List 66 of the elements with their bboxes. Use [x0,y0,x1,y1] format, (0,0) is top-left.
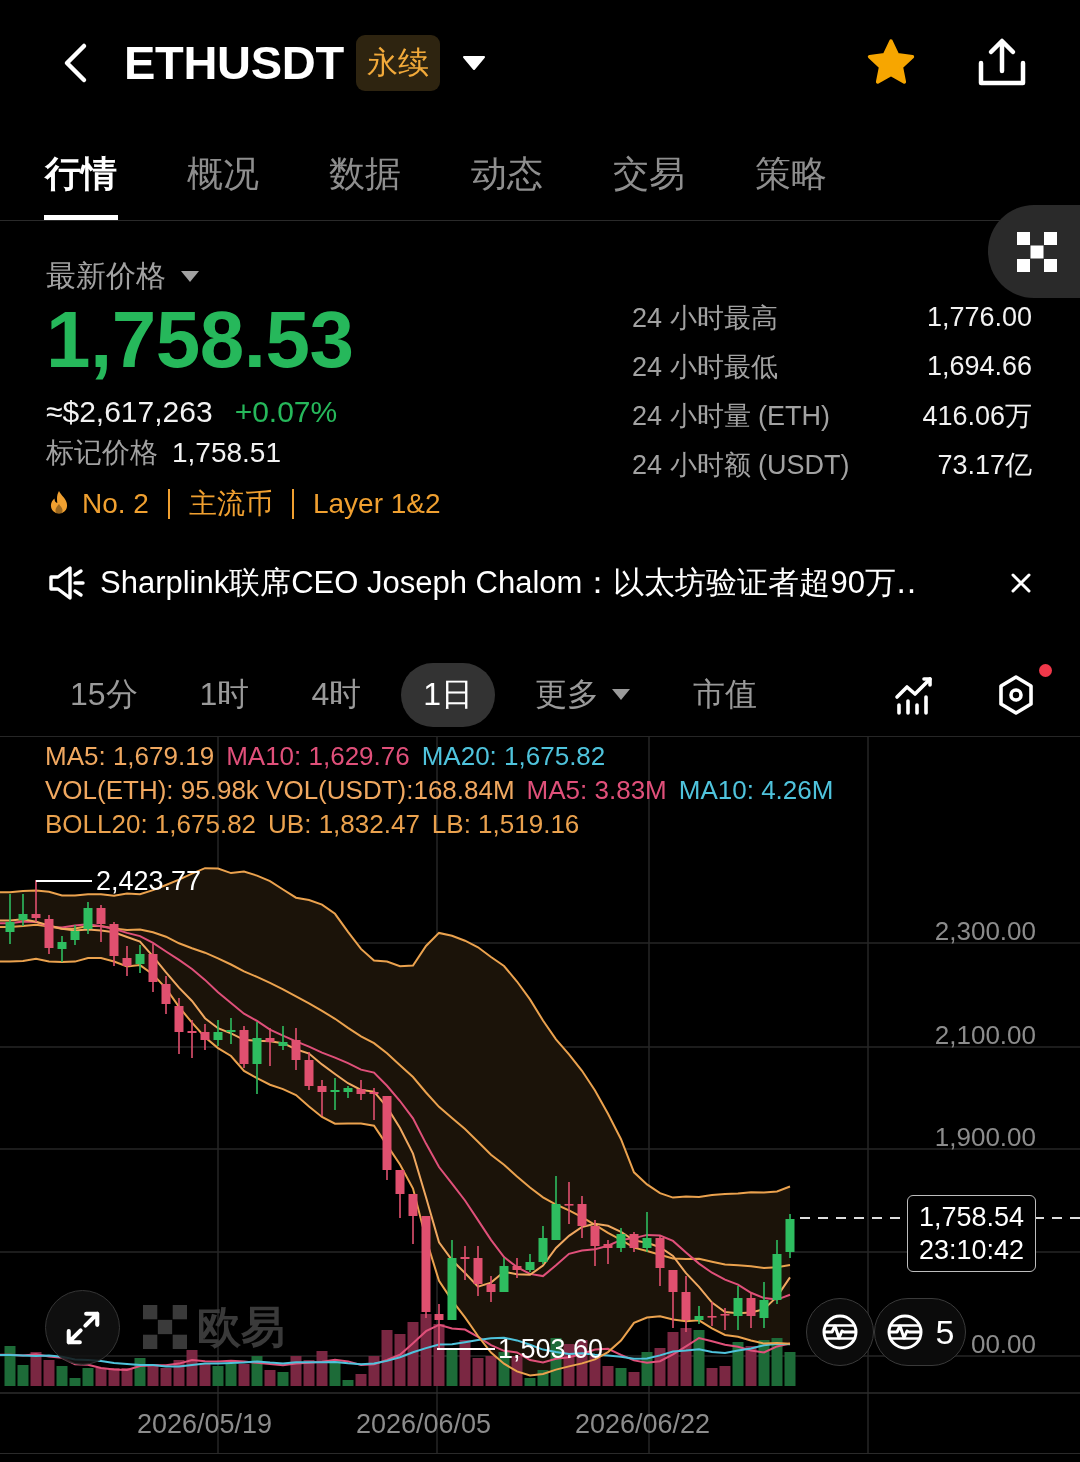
price-change: +0.07% [234,395,338,429]
indicator-count-button[interactable]: 5 [874,1298,966,1366]
caret-down-icon[interactable] [461,54,486,71]
news-headline[interactable]: Sharplink联席CEO Joseph Chalom：以太坊验证者超90万‥ [100,562,1010,604]
price-axis-label: 2,100.00 [934,1019,1036,1051]
last-price: 1,758.53 [46,300,355,380]
checker-logo-icon [1017,231,1057,272]
checker-logo-icon [143,1305,187,1349]
interval-tab[interactable]: 15分 [48,662,160,727]
settings-icon[interactable] [996,673,1036,716]
current-price-text: 1,758.54 [918,1200,1025,1234]
date-axis-label: 2026/05/19 [135,1408,274,1440]
tab[interactable]: 交易 [612,125,686,220]
floating-logo-button[interactable] [988,205,1080,298]
price-axis-label: 2,300.00 [934,915,1036,947]
interval-tab[interactable]: 4时 [289,662,384,727]
interval-tab[interactable]: 1时 [177,662,272,727]
speaker-icon [48,565,86,601]
price-type-label: 最新价格 [46,257,166,294]
date-axis-label: 2026/06/05 [354,1408,493,1440]
date-axis-label: 2026/06/22 [573,1408,712,1440]
stat-value: 73.17亿 [937,448,1032,482]
globe-pulse-icon [885,1313,924,1351]
symbol-title: ETHUSDT [124,35,344,90]
price-axis-label: 1,900.00 [934,1121,1036,1153]
indicator-value: LB: 1,519.16 [431,808,580,840]
category-tag[interactable]: Layer 1&2 [291,489,441,519]
indicator-value: MA20: 1,675.82 [421,740,606,772]
stat-value: 416.06万 [922,399,1032,433]
watermark-text: 欧易 [197,1303,285,1351]
caret-down-icon[interactable] [180,269,200,283]
interval-tab[interactable]: 1日 [401,662,495,727]
indicator-value: MA5: 3.83M [526,774,667,806]
indicator-value: MA10: 4.26M [678,774,834,806]
stat-label: 24 小时额 (USDT) [632,448,850,482]
close-icon[interactable] [1010,572,1032,594]
globe-pulse-icon [821,1313,859,1351]
stat-value: 1,776.00 [926,302,1032,333]
stat-value: 1,694.66 [926,351,1032,382]
countdown-text: 23:10:42 [918,1233,1025,1267]
usd-value: ≈$2,617,263 [46,395,213,429]
indicator-value: VOL(ETH): 95.98k VOL(USDT):168.84M [45,774,515,806]
high-price-leader-line [35,880,93,882]
indicator-value: BOLL20: 1,675.82 [45,808,257,840]
tab[interactable]: 行情 [44,125,118,220]
mark-price-value: 1,758.51 [172,437,281,469]
category-tag[interactable]: 主流币 [167,489,273,519]
low-price-leader-line [436,1348,496,1350]
caret-down-icon [611,688,631,701]
interval-tab[interactable]: 市值 [671,662,779,727]
contract-type-label: 永续 [355,34,440,91]
indicator-value: UB: 1,832.47 [268,808,420,840]
indicator-value: MA5: 1,679.19 [45,740,215,772]
stat-label: 24 小时最低 [632,350,778,384]
tab[interactable]: 数据 [328,125,402,220]
tab[interactable]: 策略 [754,125,828,220]
tab[interactable]: 概况 [186,125,260,220]
interval-tab[interactable]: 更多 [513,662,653,727]
stat-label: 24 小时最高 [632,301,778,335]
mark-price-label: 标记价格 [46,436,158,470]
chart-type-icon[interactable] [894,674,934,715]
stat-label: 24 小时量 (ETH) [632,399,831,433]
indicator-value: MA10: 1,629.76 [226,740,410,772]
price-axis-label: 00.00 [970,1328,1036,1360]
category-tag[interactable]: No. 2 [82,489,149,519]
tab[interactable]: 动态 [470,125,544,220]
